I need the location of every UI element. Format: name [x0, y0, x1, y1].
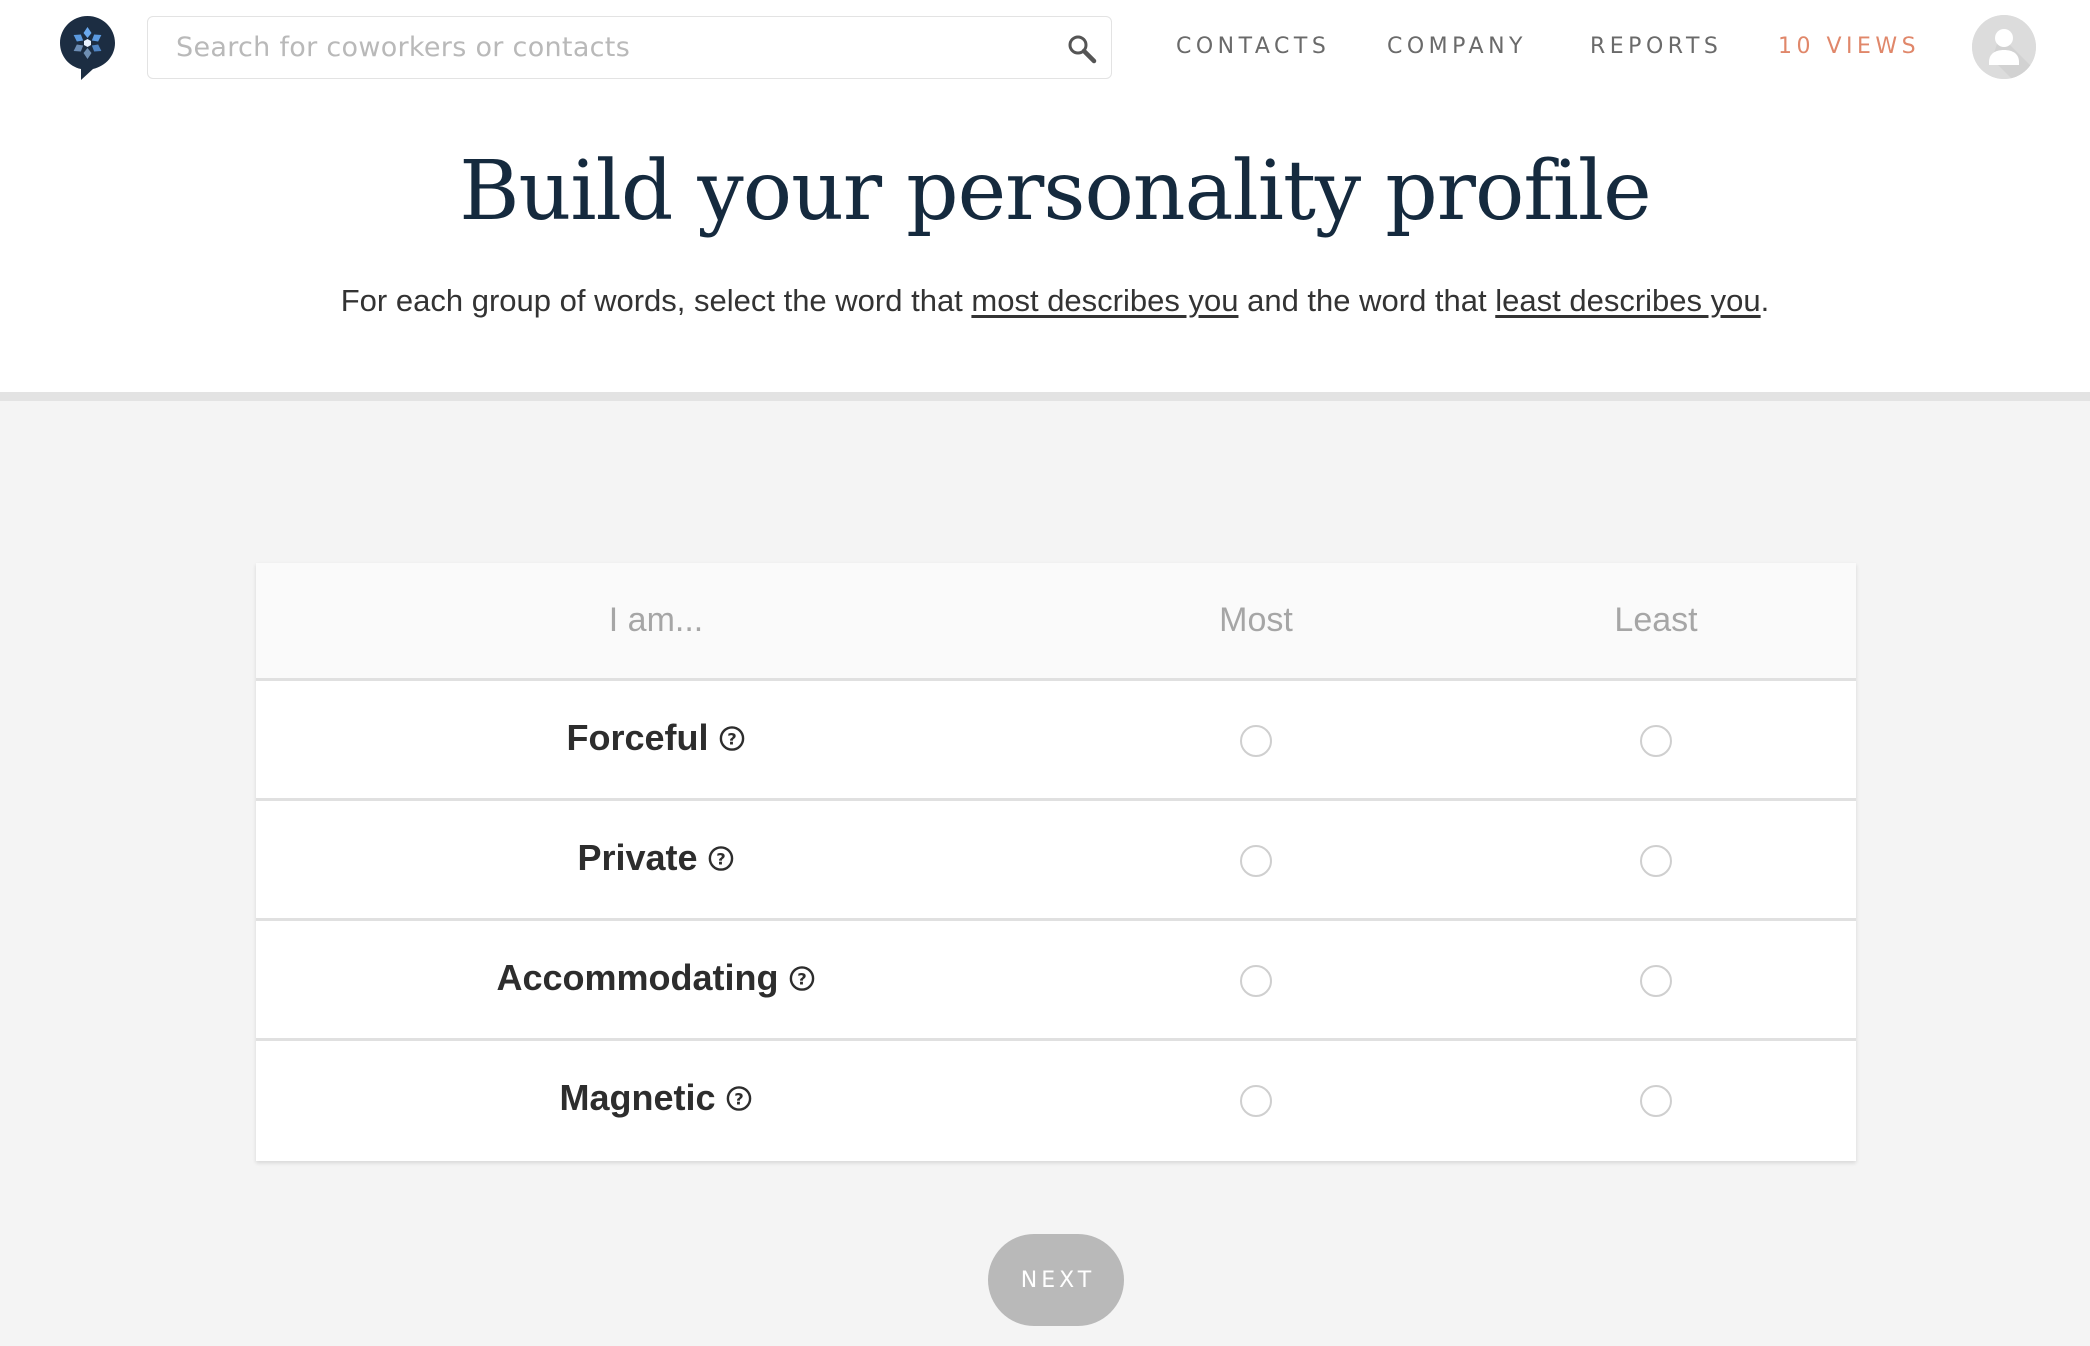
page-instructions: For each group of words, select the word…: [0, 283, 2090, 319]
word-cell: Accommodating ?: [496, 957, 815, 999]
svg-text:?: ?: [727, 729, 737, 748]
instructions-text-1: For each group of words, select the word…: [340, 283, 972, 318]
word-selection-table: I am... Most Least Forceful ? Private ? …: [256, 563, 1856, 1161]
instructions-text-3: .: [1760, 283, 1770, 318]
speech-bubble-flower-logo-icon: [60, 16, 115, 80]
app-logo[interactable]: [60, 16, 115, 80]
word-label: Magnetic: [559, 1077, 716, 1118]
most-radio[interactable]: [1240, 965, 1272, 997]
word-cell: Magnetic ?: [559, 1077, 752, 1119]
least-radio[interactable]: [1640, 1085, 1672, 1117]
next-button[interactable]: NEXT: [988, 1234, 1124, 1326]
word-label: Private: [577, 837, 698, 878]
help-icon[interactable]: ?: [726, 1085, 753, 1112]
table-header: I am... Most Least: [256, 563, 1856, 681]
search-icon[interactable]: [1067, 34, 1097, 64]
search-input[interactable]: [148, 32, 1028, 63]
user-avatar-icon: [1972, 15, 2036, 79]
nav-reports[interactable]: REPORTS: [1590, 34, 1722, 59]
least-describes-you-link[interactable]: least describes you: [1495, 283, 1760, 318]
svg-text:?: ?: [716, 849, 726, 868]
user-avatar[interactable]: [1972, 15, 2036, 79]
least-radio[interactable]: [1640, 725, 1672, 757]
table-row: Magnetic ?: [256, 1041, 1856, 1161]
word-cell: Private ?: [577, 837, 734, 879]
word-cell: Forceful ?: [566, 717, 745, 759]
help-icon[interactable]: ?: [708, 845, 735, 872]
table-row: Private ?: [256, 801, 1856, 921]
most-radio[interactable]: [1240, 725, 1272, 757]
table-row: Forceful ?: [256, 681, 1856, 801]
help-icon[interactable]: ?: [789, 965, 816, 992]
nav-company[interactable]: COMPANY: [1387, 34, 1527, 59]
column-header-most: Most: [1219, 601, 1293, 639]
nav-contacts[interactable]: CONTACTS: [1176, 34, 1330, 59]
page-title: Build your personality profile: [459, 144, 1651, 239]
word-label: Accommodating: [496, 957, 779, 998]
column-header-least: Least: [1614, 601, 1698, 639]
header-divider-band: [0, 392, 2090, 401]
least-radio[interactable]: [1640, 845, 1672, 877]
svg-text:?: ?: [797, 969, 807, 988]
help-icon[interactable]: ?: [719, 725, 746, 752]
most-describes-you-link[interactable]: most describes you: [971, 283, 1238, 318]
most-radio[interactable]: [1240, 845, 1272, 877]
least-radio[interactable]: [1640, 965, 1672, 997]
column-header-word: I am...: [608, 601, 704, 639]
search-box: [147, 16, 1112, 79]
nav-views-count[interactable]: 10 VIEWS: [1778, 34, 1920, 59]
word-label: Forceful: [566, 717, 709, 758]
instructions-text-2: and the word that: [1238, 283, 1496, 318]
table-row: Accommodating ?: [256, 921, 1856, 1041]
svg-text:?: ?: [734, 1089, 744, 1108]
most-radio[interactable]: [1240, 1085, 1272, 1117]
